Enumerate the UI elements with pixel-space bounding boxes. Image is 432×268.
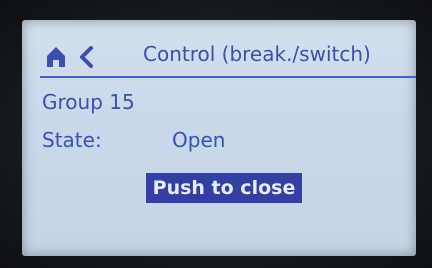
state-value: Open xyxy=(172,128,226,152)
home-icon[interactable] xyxy=(46,46,66,68)
display-screen: Control (break./switch) Group 15 State: … xyxy=(22,20,416,256)
chevron-left-icon[interactable] xyxy=(78,46,94,68)
header-divider xyxy=(40,76,416,78)
group-label: Group 15 xyxy=(42,90,135,114)
push-to-close-button[interactable]: Push to close xyxy=(146,173,302,203)
device-bezel: Control (break./switch) Group 15 State: … xyxy=(0,0,432,268)
header-bar: Control (break./switch) xyxy=(22,20,416,78)
page-title: Control (break./switch) xyxy=(143,42,371,66)
state-label: State: xyxy=(42,128,102,152)
